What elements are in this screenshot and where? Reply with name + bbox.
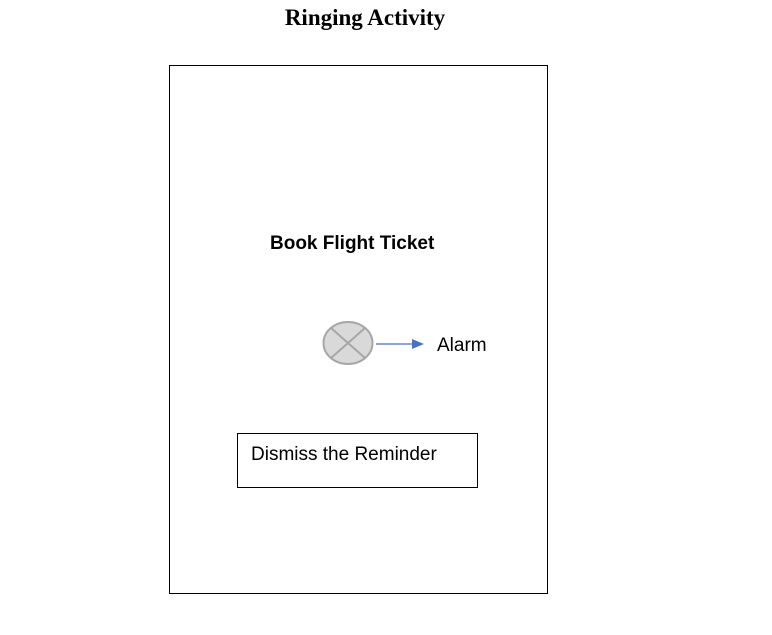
dismiss-button-label: Dismiss the Reminder — [251, 444, 437, 465]
reminder-title: Book Flight Ticket — [270, 233, 435, 254]
alarm-placeholder-icon[interactable] — [322, 320, 376, 366]
dismiss-reminder-button[interactable]: Dismiss the Reminder — [237, 433, 478, 488]
page-title: Ringing Activity — [284, 5, 446, 30]
arrow-right-icon — [376, 339, 424, 349]
alarm-label: Alarm — [437, 335, 487, 356]
